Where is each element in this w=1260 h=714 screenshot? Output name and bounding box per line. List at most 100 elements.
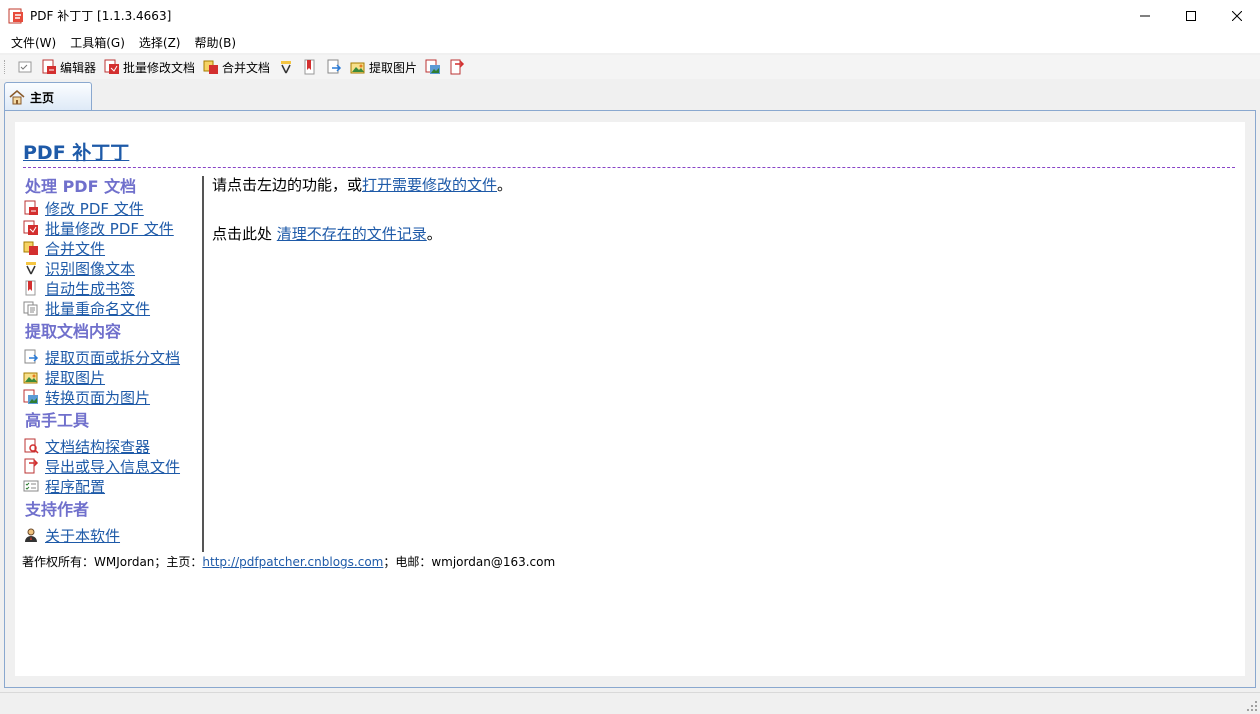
menu-toolbox[interactable]: 工具箱(G) bbox=[63, 34, 132, 51]
clean-records-link[interactable]: 清理不存在的文件记录 bbox=[277, 225, 427, 243]
close-button[interactable] bbox=[1214, 0, 1260, 31]
link-extract-images-text[interactable]: 提取图片 bbox=[45, 367, 105, 388]
rename-icon bbox=[23, 301, 38, 316]
about-person-icon bbox=[25, 528, 37, 542]
link-inspector[interactable]: 文档结构探查器 bbox=[23, 436, 202, 456]
page-title-link[interactable]: PDF 补丁丁 bbox=[23, 142, 129, 164]
link-about[interactable]: 关于本软件 bbox=[23, 525, 202, 545]
link-auto-bookmark-text[interactable]: 自动生成书签 bbox=[45, 278, 135, 299]
toolbar-check-button[interactable] bbox=[14, 56, 36, 78]
toolbar-grip[interactable] bbox=[4, 60, 8, 74]
tab-home[interactable]: 主页 bbox=[4, 82, 92, 111]
merge-icon bbox=[203, 60, 219, 74]
menu-bar: 文件(W) 工具箱(G) 选择(Z) 帮助(B) bbox=[0, 31, 1260, 54]
link-about-text[interactable]: 关于本软件 bbox=[45, 525, 120, 546]
menu-select[interactable]: 选择(Z) bbox=[132, 34, 188, 51]
inspector-icon bbox=[24, 438, 39, 454]
editor-button[interactable]: 编辑器 bbox=[38, 56, 99, 78]
link-export-import-text[interactable]: 导出或导入信息文件 bbox=[45, 456, 180, 477]
link-batch-modify-pdf[interactable]: 批量修改 PDF 文件 bbox=[23, 218, 202, 238]
pdf-edit-icon bbox=[42, 59, 56, 74]
merge-button[interactable]: 合并文档 bbox=[200, 56, 273, 78]
content-frame: PDF 补丁丁 处理 PDF 文档 修改 PDF 文件 批量修改 PDF 文件 … bbox=[4, 110, 1256, 688]
export-import-icon bbox=[24, 458, 39, 474]
minimize-button[interactable] bbox=[1122, 0, 1168, 31]
status-bar bbox=[0, 692, 1260, 714]
checklist-icon bbox=[18, 61, 32, 73]
section-title-process: 处理 PDF 文档 bbox=[25, 177, 137, 196]
batch-modify-button[interactable]: 批量修改文档 bbox=[101, 56, 198, 78]
page-title: PDF 补丁丁 bbox=[23, 138, 1235, 168]
home-icon bbox=[9, 90, 25, 105]
export-import-button[interactable] bbox=[446, 56, 468, 78]
homepage-link[interactable]: http://pdfpatcher.cnblogs.com bbox=[202, 555, 383, 569]
extract-images-button[interactable]: 提取图片 bbox=[347, 56, 420, 78]
extract-images-icon bbox=[350, 62, 365, 74]
ocr-button[interactable] bbox=[275, 56, 297, 78]
link-merge-files-text[interactable]: 合并文件 bbox=[45, 238, 105, 259]
resize-grip-icon[interactable] bbox=[1246, 700, 1258, 712]
link-auto-bookmark[interactable]: 自动生成书签 bbox=[23, 278, 202, 298]
pdf-batch-icon bbox=[23, 220, 38, 235]
copyright-prefix: 著作权所有：WMJordan；主页： bbox=[22, 555, 203, 569]
link-ocr-text[interactable]: 识别图像文本 bbox=[45, 258, 135, 279]
link-modify-pdf[interactable]: 修改 PDF 文件 bbox=[23, 198, 202, 218]
pdf-batch-icon bbox=[104, 59, 120, 74]
window-title: PDF 补丁丁 [1.1.3.4663] bbox=[30, 9, 172, 23]
merge-icon bbox=[23, 241, 38, 255]
link-extract-images[interactable]: 提取图片 bbox=[23, 367, 202, 387]
link-config-text[interactable]: 程序配置 bbox=[45, 476, 105, 497]
menu-help[interactable]: 帮助(B) bbox=[188, 34, 244, 51]
close-icon bbox=[1232, 10, 1242, 21]
export-import-icon bbox=[450, 59, 465, 75]
link-export-import[interactable]: 导出或导入信息文件 bbox=[23, 456, 202, 476]
ocr-icon bbox=[26, 262, 36, 275]
link-render-pages[interactable]: 转换页面为图片 bbox=[23, 387, 202, 407]
link-config[interactable]: 程序配置 bbox=[23, 476, 202, 496]
open-file-link[interactable]: 打开需要修改的文件 bbox=[362, 176, 497, 194]
copyright-footer: 著作权所有：WMJordan；主页：http://pdfpatcher.cnbl… bbox=[22, 553, 555, 570]
link-extract-pages[interactable]: 提取页面或拆分文档 bbox=[23, 347, 202, 367]
extract-pages-icon bbox=[327, 59, 342, 74]
batch-modify-label: 批量修改文档 bbox=[123, 60, 196, 75]
extract-pages-icon bbox=[24, 349, 39, 364]
minimize-icon bbox=[1140, 15, 1150, 16]
ocr-icon bbox=[281, 61, 292, 74]
link-merge-files[interactable]: 合并文件 bbox=[23, 238, 202, 258]
function-list: 处理 PDF 文档 修改 PDF 文件 批量修改 PDF 文件 合并文件 识别图… bbox=[23, 176, 204, 552]
toolbar: 编辑器 批量修改文档 合并文档 提取图片 bbox=[0, 55, 1260, 79]
clean-records-prompt: 点击此处 清理不存在的文件记录。 bbox=[212, 223, 1212, 245]
bookmark-button[interactable] bbox=[299, 56, 321, 78]
section-title-advanced: 高手工具 bbox=[25, 411, 90, 430]
link-render-pages-text[interactable]: 转换页面为图片 bbox=[45, 387, 150, 408]
maximize-button[interactable] bbox=[1168, 0, 1214, 31]
home-page: PDF 补丁丁 处理 PDF 文档 修改 PDF 文件 批量修改 PDF 文件 … bbox=[15, 122, 1245, 676]
title-bar: PDF 补丁丁 [1.1.3.4663] bbox=[0, 0, 1260, 31]
extract-pages-button[interactable] bbox=[323, 56, 345, 78]
section-title-extract: 提取文档内容 bbox=[25, 322, 122, 341]
editor-label: 编辑器 bbox=[60, 60, 97, 75]
welcome-panel: 请点击左边的功能，或打开需要修改的文件。 点击此处 清理不存在的文件记录。 bbox=[212, 174, 1212, 245]
pdf-edit-icon bbox=[24, 200, 38, 215]
link-modify-pdf-text[interactable]: 修改 PDF 文件 bbox=[45, 198, 144, 219]
link-batch-modify-pdf-text[interactable]: 批量修改 PDF 文件 bbox=[45, 218, 174, 239]
section-title-support: 支持作者 bbox=[25, 500, 90, 519]
render-pages-icon bbox=[23, 389, 38, 404]
open-file-prompt: 请点击左边的功能，或打开需要修改的文件。 bbox=[212, 174, 1212, 196]
config-icon bbox=[23, 480, 39, 492]
tab-home-label: 主页 bbox=[30, 90, 55, 105]
render-pages-button[interactable] bbox=[422, 56, 444, 78]
extract-images-icon bbox=[23, 372, 38, 384]
open-file-prompt-suffix: 。 bbox=[497, 176, 513, 194]
link-batch-rename[interactable]: 批量重命名文件 bbox=[23, 298, 202, 318]
link-batch-rename-text[interactable]: 批量重命名文件 bbox=[45, 298, 150, 319]
maximize-icon bbox=[1186, 10, 1196, 21]
link-extract-pages-text[interactable]: 提取页面或拆分文档 bbox=[45, 347, 180, 368]
clean-records-suffix: 。 bbox=[426, 225, 442, 243]
link-ocr[interactable]: 识别图像文本 bbox=[23, 258, 202, 278]
link-inspector-text[interactable]: 文档结构探查器 bbox=[45, 436, 150, 457]
render-pages-icon bbox=[425, 59, 441, 74]
merge-label: 合并文档 bbox=[222, 60, 271, 75]
menu-file[interactable]: 文件(W) bbox=[4, 34, 63, 51]
extract-images-label: 提取图片 bbox=[369, 60, 418, 75]
